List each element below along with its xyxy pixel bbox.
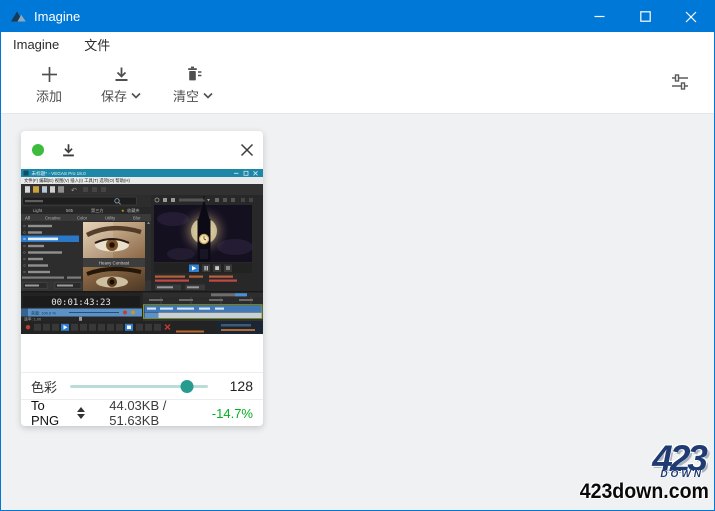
- svg-text:Color: Color: [77, 215, 88, 220]
- clear-button-label: 清空: [172, 88, 199, 104]
- vegas-transport-bar: [21, 321, 263, 334]
- svg-text:音量: 100.0 %: 音量: 100.0 %: [31, 310, 56, 316]
- svg-text:Utility: Utility: [105, 215, 116, 220]
- vegas-effects-panel: Light 565 第三方 ★ 收藏夹 All Creative Color U…: [21, 195, 151, 291]
- svg-text:★: ★: [121, 208, 125, 213]
- slider-value: 128: [229, 378, 253, 394]
- format-select-value: To PNG: [31, 398, 60, 428]
- svg-text:收藏夹: 收藏夹: [127, 207, 140, 214]
- svg-text:Creative: Creative: [45, 215, 61, 220]
- vegas-timeline: [143, 292, 263, 321]
- watermark-site: 423down.com: [579, 480, 709, 503]
- card-download-icon[interactable]: [60, 142, 77, 159]
- plus-icon: [41, 66, 57, 82]
- settings-tune-icon[interactable]: [668, 71, 692, 93]
- card-close-icon[interactable]: [239, 142, 255, 158]
- svg-text:565: 565: [66, 208, 74, 213]
- file-size-text: 44.03KB / 51.63KB: [109, 398, 167, 428]
- window-title: Imagine: [34, 9, 81, 24]
- vegas-titlebar: 未标题* - VEGAS Pro 18.0: [21, 169, 263, 177]
- vegas-menubar: 文件(F) 编辑(E) 视图(V) 插入(I) 工具(T) 选项(O) 帮助(H…: [21, 177, 263, 184]
- svg-text:↶: ↶: [71, 188, 77, 195]
- svg-text:00:01:43:23: 00:01:43:23: [51, 298, 111, 308]
- svg-text:Heavy Contrast: Heavy Contrast: [99, 261, 130, 266]
- image-thumbnail[interactable]: 未标题* - VEGAS Pro 18.0 文件(F) 编辑(E) 视图(V) …: [21, 169, 263, 334]
- app-window: Imagine Imagine 文件 添加 保存 清空 未标题* - VEGAS…: [0, 0, 715, 511]
- savings-badge: -14.7%: [211, 405, 253, 421]
- save-button[interactable]: 保存: [94, 65, 148, 105]
- watermark: 423 DOWN 423down.com: [570, 440, 709, 502]
- svg-text:Light: Light: [33, 208, 43, 213]
- download-icon: [115, 67, 127, 81]
- clear-button[interactable]: 清空: [166, 65, 220, 105]
- add-button[interactable]: 添加: [22, 65, 76, 105]
- menubar: Imagine 文件: [1, 32, 714, 56]
- watermark-down: DOWN: [660, 469, 704, 480]
- slider-label: 色彩: [31, 379, 58, 395]
- color-slider[interactable]: [70, 379, 208, 393]
- close-button[interactable]: [668, 1, 714, 32]
- app-logo-icon: [11, 11, 26, 22]
- card-footer: To PNG 44.03KB / 51.63KB -14.7%: [21, 398, 263, 428]
- toolbar: 添加 保存 清空: [1, 56, 714, 114]
- titlebar: Imagine: [1, 1, 714, 32]
- svg-text:Blur: Blur: [133, 215, 141, 220]
- minimize-button[interactable]: [576, 1, 622, 32]
- save-button-label: 保存: [100, 88, 127, 104]
- chevron-down-icon: [203, 92, 213, 99]
- trash-icon: [187, 66, 201, 80]
- content-area: 未标题* - VEGAS Pro 18.0 文件(F) 编辑(E) 视图(V) …: [1, 114, 714, 510]
- maximize-button[interactable]: [622, 1, 668, 32]
- format-select[interactable]: To PNG: [31, 398, 86, 428]
- color-slider-row: 色彩 128: [21, 373, 263, 399]
- color-slider-handle[interactable]: [180, 379, 194, 393]
- menu-file[interactable]: 文件: [81, 33, 113, 56]
- add-button-label: 添加: [35, 88, 62, 104]
- svg-text:All: All: [25, 215, 30, 220]
- status-dot-icon: [32, 144, 44, 156]
- spinner-icon: [77, 407, 86, 419]
- svg-text:第三方: 第三方: [91, 207, 104, 214]
- svg-text:文件(F) 编辑(E) 视图(V) 插入(I) 工具: 文件(F) 编辑(E) 视图(V) 插入(I) 工具(T) 选项(O) 帮助(H…: [24, 177, 131, 184]
- eye-preset-thumbnails: Heavy Contrast: [83, 222, 145, 291]
- vegas-preview-panel: [151, 195, 263, 291]
- image-card: 未标题* - VEGAS Pro 18.0 文件(F) 编辑(E) 视图(V) …: [21, 131, 263, 428]
- vegas-toolbar: ↶: [21, 184, 263, 195]
- menu-imagine[interactable]: Imagine: [10, 35, 62, 54]
- window-controls: [576, 1, 714, 32]
- svg-text:速率: 1.00: 速率: 1.00: [24, 317, 41, 322]
- svg-text:未标题* - VEGAS Pro 18.0: 未标题* - VEGAS Pro 18.0: [32, 170, 87, 177]
- card-header: [21, 131, 263, 169]
- chevron-down-icon: [131, 92, 141, 99]
